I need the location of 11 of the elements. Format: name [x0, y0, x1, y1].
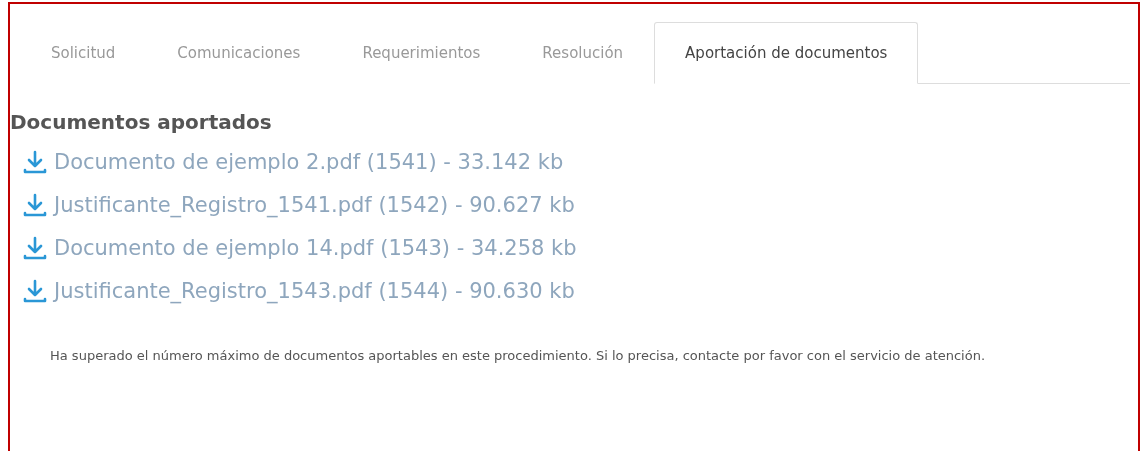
download-icon: [22, 192, 48, 217]
download-icon: [22, 149, 48, 174]
section-title: Documentos aportados: [10, 110, 273, 134]
download-icon: [22, 278, 48, 303]
document-link[interactable]: Justificante_Registro_1541.pdf (1542) - 90.627 kb: [22, 183, 575, 226]
document-link[interactable]: Documento de ejemplo 2.pdf (1541) - 33.142 kb: [22, 140, 564, 183]
document-link[interactable]: Documento de ejemplo 14.pdf (1543) - 34.258 kb: [22, 226, 577, 269]
download-icon: [22, 235, 48, 260]
tab[interactable]: Aportación de documentos: [654, 22, 919, 84]
document-link[interactable]: Justificante_Registro_1543.pdf (1544) - 90.630 kb: [22, 269, 575, 312]
limit-message: Ha superado el número máximo de documentos aportables en este procedimiento. Si lo precisa, contacte por favor con el servicio de atención.: [50, 347, 987, 365]
